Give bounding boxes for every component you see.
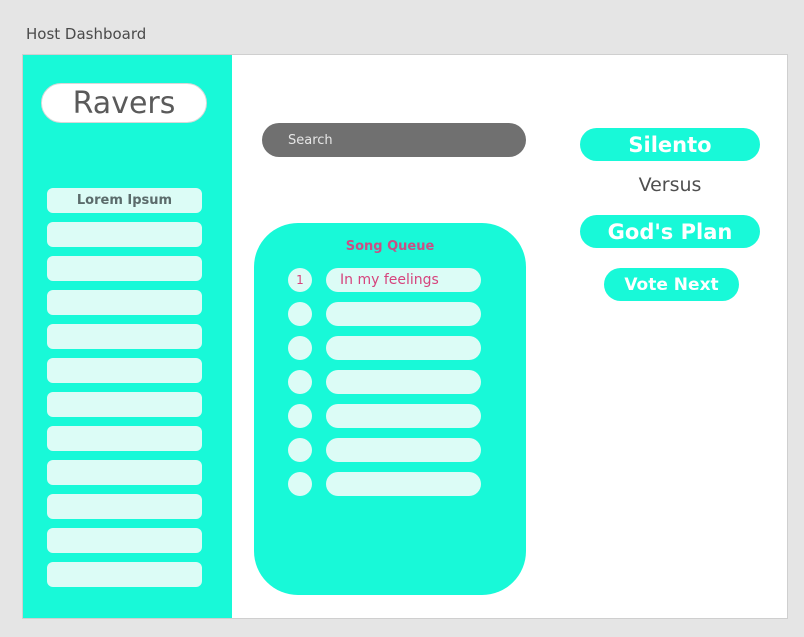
- queue-song-title[interactable]: In my feelings: [326, 268, 481, 292]
- queue-row[interactable]: [288, 302, 481, 326]
- queue-position: [288, 438, 312, 462]
- sidebar-item[interactable]: [47, 494, 202, 519]
- queue-song-title[interactable]: [326, 370, 481, 394]
- search-input[interactable]: Search: [262, 123, 526, 157]
- sidebar: Ravers Lorem Ipsum: [23, 55, 232, 618]
- queue-position: 1: [288, 268, 312, 292]
- versus-label: Versus: [638, 174, 702, 196]
- sidebar-list: Lorem Ipsum: [47, 188, 202, 596]
- sidebar-item[interactable]: [47, 256, 202, 281]
- queue-row[interactable]: [288, 472, 481, 496]
- song-queue-panel: Song Queue 1 In my feelings: [254, 223, 526, 595]
- sidebar-item[interactable]: [47, 460, 202, 485]
- sidebar-item[interactable]: [47, 222, 202, 247]
- sidebar-item[interactable]: [47, 392, 202, 417]
- queue-song-title[interactable]: [326, 302, 481, 326]
- queue-position: [288, 370, 312, 394]
- queue-position: [288, 336, 312, 360]
- brand-logo: Ravers: [41, 83, 207, 123]
- queue-row[interactable]: [288, 336, 481, 360]
- queue-row[interactable]: 1 In my feelings: [288, 268, 481, 292]
- sidebar-item[interactable]: [47, 528, 202, 553]
- sidebar-item[interactable]: [47, 562, 202, 587]
- queue-row[interactable]: [288, 404, 481, 428]
- queue-position: [288, 472, 312, 496]
- vote-next-button[interactable]: Vote Next: [604, 268, 739, 301]
- song-queue-title: Song Queue: [345, 239, 435, 254]
- sidebar-item[interactable]: [47, 324, 202, 349]
- queue-position: [288, 404, 312, 428]
- sidebar-item[interactable]: Lorem Ipsum: [47, 188, 202, 213]
- sidebar-item[interactable]: [47, 358, 202, 383]
- queue-song-title[interactable]: [326, 336, 481, 360]
- window-title: Host Dashboard: [26, 25, 147, 43]
- song-queue-list: 1 In my feelings: [288, 268, 481, 506]
- queue-row[interactable]: [288, 370, 481, 394]
- queue-row[interactable]: [288, 438, 481, 462]
- queue-position: [288, 302, 312, 326]
- vote-option-b-button[interactable]: God's Plan: [580, 215, 760, 248]
- dashboard-frame: Ravers Lorem Ipsum Search Song Queue 1 I…: [22, 54, 788, 619]
- queue-song-title[interactable]: [326, 404, 481, 428]
- sidebar-item[interactable]: [47, 426, 202, 451]
- queue-song-title[interactable]: [326, 472, 481, 496]
- vote-option-a-button[interactable]: Silento: [580, 128, 760, 161]
- queue-song-title[interactable]: [326, 438, 481, 462]
- sidebar-item[interactable]: [47, 290, 202, 315]
